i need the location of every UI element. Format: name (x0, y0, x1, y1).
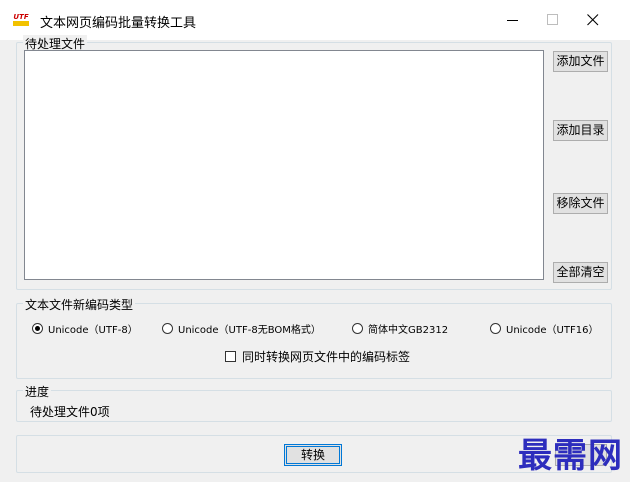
checkbox-indicator (225, 351, 236, 362)
svg-text:UTF: UTF (13, 13, 28, 21)
radio-utf8-label: Unicode（UTF-8） (48, 324, 138, 336)
convert-tags-checkbox[interactable]: 同时转换网页文件中的编码标签 (225, 348, 410, 365)
add-file-button[interactable]: 添加文件 (553, 51, 608, 72)
title-bar[interactable]: UTF 文本网页编码批量转换工具 (0, 0, 630, 40)
utf-app-icon: UTF (12, 10, 30, 28)
radio-gb2312-label: 简体中文GB2312 (368, 324, 449, 336)
convert-button[interactable]: 转换 (284, 444, 342, 466)
radio-utf8-nobom[interactable]: Unicode（UTF-8无BOM格式） (162, 320, 321, 336)
radio-indicator (32, 322, 43, 334)
radio-gb2312[interactable]: 简体中文GB2312 (352, 320, 448, 336)
minimize-icon (507, 20, 518, 21)
radio-indicator (352, 322, 363, 334)
progress-group-label: 进度 (23, 383, 52, 400)
encoding-group: 文本文件新编码类型 (16, 296, 612, 379)
radio-utf8-nobom-label: Unicode（UTF-8无BOM格式） (178, 324, 321, 336)
encoding-group-label: 文本文件新编码类型 (23, 296, 136, 313)
file-listbox[interactable] (24, 50, 544, 280)
radio-utf16[interactable]: Unicode（UTF16） (490, 320, 598, 336)
radio-utf8[interactable]: Unicode（UTF-8） (32, 320, 138, 336)
add-directory-button[interactable]: 添加目录 (553, 120, 608, 141)
clear-all-button[interactable]: 全部清空 (553, 262, 608, 283)
maximize-icon (547, 14, 558, 25)
radio-utf16-label: Unicode（UTF16） (506, 324, 599, 336)
app-window: UTF 文本网页编码批量转换工具 待处理文件 添加文件 添加目录 移除文件 全部… (0, 0, 630, 482)
convert-tags-label: 同时转换网页文件中的编码标签 (242, 350, 411, 364)
close-icon (587, 14, 599, 26)
progress-status: 待处理文件0项 (30, 405, 110, 419)
remove-file-button[interactable]: 移除文件 (553, 193, 608, 214)
window-title: 文本网页编码批量转换工具 (40, 16, 197, 31)
watermark-logo: 最需网 (518, 436, 623, 476)
radio-indicator (162, 322, 173, 334)
radio-indicator (490, 322, 501, 334)
close-window-button[interactable] (570, 0, 616, 40)
